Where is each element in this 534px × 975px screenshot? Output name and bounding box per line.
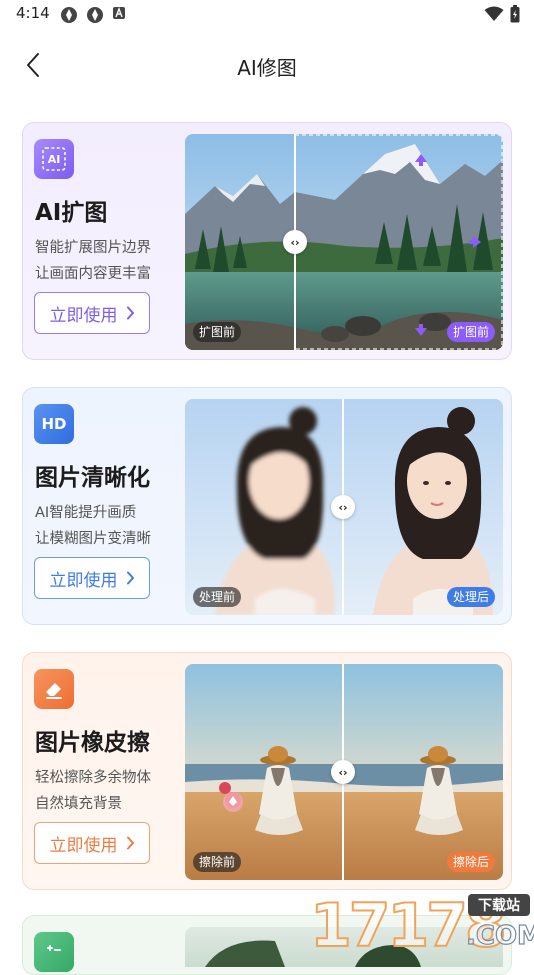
feature-card-hd-enhance[interactable]: HD 图片清晰化 AI智能提升画质 让模糊图片变清晰 立即使用 ‹› 处理前 处…: [22, 387, 512, 625]
use-now-label: 立即使用: [49, 835, 118, 856]
feature-desc-line: 让模糊图片变清晰: [35, 531, 151, 547]
feature-desc-line: 智能扩展图片边界: [35, 240, 151, 256]
hd-icon: HD: [34, 404, 74, 444]
page-header: AI修图: [0, 38, 534, 94]
compare-slider-handle[interactable]: ‹›: [331, 760, 355, 784]
feature-desc-line: 自然填充背景: [35, 796, 122, 812]
before-after-preview[interactable]: ‹› 扩图前 扩图前: [185, 134, 503, 350]
svg-text:下载站: 下载站: [478, 897, 520, 914]
feature-description: 智能扩展图片边界 让画面内容更丰富: [35, 235, 151, 287]
feature-description: 轻松擦除多余物体 自然填充背景: [35, 765, 151, 817]
battery-icon: [510, 5, 520, 23]
wifi-icon: [484, 6, 504, 21]
after-tag: 扩图前: [446, 322, 495, 342]
after-tag: 擦除后: [446, 852, 495, 872]
before-after-preview[interactable]: ‹› 处理前 处理后: [185, 399, 503, 615]
feature-desc-line: 让画面内容更丰富: [35, 266, 151, 282]
landscape-comparison-image: [185, 134, 503, 350]
feature-card-ai-expand[interactable]: AI AI扩图 智能扩展图片边界 让画面内容更丰富 立即使用 ‹› 扩图前 扩图…: [22, 122, 512, 360]
use-now-label: 立即使用: [49, 305, 118, 326]
after-tag: 处理后: [446, 587, 495, 607]
ai-expand-icon: AI: [34, 139, 74, 179]
before-tag: 擦除前: [193, 852, 242, 872]
feature-desc-line: 轻松擦除多余物体: [35, 770, 151, 786]
feature-description: AI智能提升画质 让模糊图片变清晰: [35, 500, 151, 552]
eraser-icon: [34, 669, 74, 709]
app-notification-icon: [87, 7, 103, 23]
feature-desc-line: AI智能提升画质: [35, 505, 137, 521]
use-now-button[interactable]: 立即使用: [34, 822, 150, 864]
feature-card-eraser[interactable]: 图片橡皮擦 轻松擦除多余物体 自然填充背景 立即使用 ‹› 擦除前 擦除后: [22, 652, 512, 890]
status-notification-icons: [60, 6, 126, 24]
feature-icon: [34, 932, 74, 972]
compare-slider-handle[interactable]: ‹›: [331, 495, 355, 519]
status-system-icons: [484, 5, 520, 23]
chevron-right-icon: [126, 306, 134, 320]
use-now-label: 立即使用: [49, 570, 118, 591]
ai-expand-icon-label: AI: [47, 152, 61, 166]
page-title: AI修图: [237, 56, 297, 80]
app-notification-icon: [61, 7, 77, 23]
watermark-logo: 17178 下载站 .COM: [309, 888, 534, 962]
compare-slider-handle[interactable]: ‹›: [283, 230, 307, 254]
chevron-right-icon: [126, 571, 134, 585]
feature-title: 图片橡皮擦: [35, 730, 150, 756]
use-now-button[interactable]: 立即使用: [34, 557, 150, 599]
svg-text:.COM: .COM: [466, 921, 534, 950]
before-after-preview[interactable]: ‹› 擦除前 擦除后: [185, 664, 503, 880]
hd-icon-label: HD: [41, 415, 67, 433]
font-notification-icon: [113, 7, 125, 19]
use-now-button[interactable]: 立即使用: [34, 292, 150, 334]
feature-title: AI扩图: [35, 200, 108, 226]
chevron-right-icon: [126, 836, 134, 850]
before-tag: 扩图前: [193, 322, 242, 342]
status-bar: 4:14: [0, 0, 534, 30]
status-time: 4:14: [16, 4, 50, 22]
feature-title: 图片清晰化: [35, 465, 150, 491]
before-tag: 处理前: [193, 587, 242, 607]
